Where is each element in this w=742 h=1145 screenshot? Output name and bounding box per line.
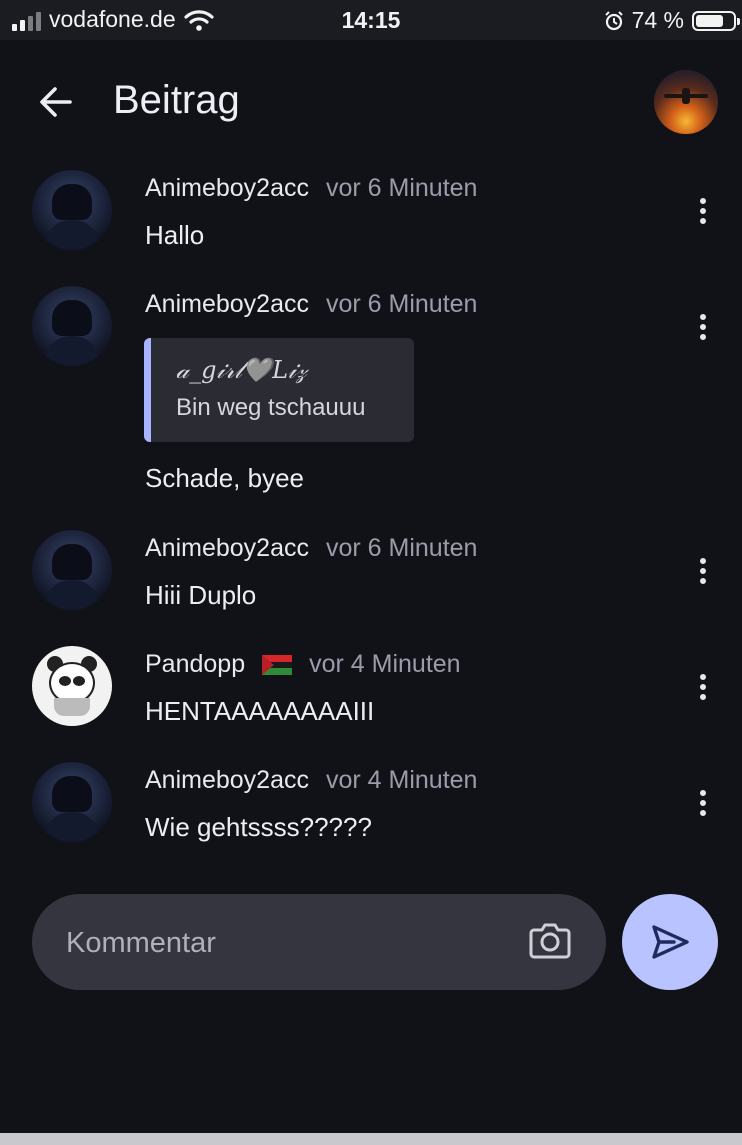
app-header: Beitrag [0,40,742,160]
more-options-icon[interactable] [698,558,708,588]
status-right: 74 % [604,7,740,34]
comment-text: Hallo [145,220,205,250]
quote-text: Bin weg tschauuu [176,394,366,421]
comment-text: Hiii Duplo [145,580,257,610]
comment-meta: Pandopp vor 4 Minuten [145,650,461,679]
page-title: Beitrag [113,78,240,122]
comment-text: HENTAAAAAAAAIII [145,696,375,726]
avatar[interactable] [32,170,112,250]
comment-text: Schade, byee [145,463,305,493]
comment-meta: Animeboy2acc vor 6 Minuten [145,174,477,203]
comment-author[interactable]: Animeboy2acc [145,290,309,319]
comment-input[interactable] [64,918,538,968]
send-button[interactable] [622,894,718,990]
bottom-edge [0,1133,742,1145]
comment-input-container [32,894,606,990]
comment-time: vor 4 Minuten [309,650,461,678]
more-options-icon[interactable] [698,198,708,228]
avatar[interactable] [32,762,112,842]
quote-author: 𝒶_𝑔𝒾𝓇𝓁🩶𝐿𝒾𝓏 [176,356,307,384]
avatar[interactable] [32,646,112,726]
comment-time: vor 6 Minuten [325,534,478,562]
comment-meta: Animeboy2acc vor 4 Minuten [145,766,477,795]
comment-author[interactable]: Animeboy2acc [145,534,309,563]
comment-meta: Animeboy2acc vor 6 Minuten [145,534,477,563]
alarm-icon [604,10,623,30]
avatar[interactable] [32,286,112,366]
more-options-icon[interactable] [698,674,708,704]
comment-author[interactable]: Pandopp [145,650,245,679]
send-icon [652,925,689,959]
quote-bar [144,338,151,442]
camera-icon[interactable] [528,920,572,960]
comment-time: vor 6 Minuten [325,174,478,202]
battery-percent: 74 % [631,7,684,33]
arrow-left-icon[interactable] [34,80,78,124]
status-bar: vodafone.de 14:15 74 % [0,0,742,40]
comment-author[interactable]: Animeboy2acc [145,174,309,203]
quoted-reply[interactable]: 𝒶_𝑔𝒾𝓇𝓁🩶𝐿𝒾𝓏 Bin weg tschauuu [144,338,414,442]
comment-text: Wie gehtssss????? [145,812,372,842]
comment-meta: Animeboy2acc vor 6 Minuten [145,290,477,319]
comment-time: vor 4 Minuten [325,766,478,794]
profile-avatar[interactable] [654,70,718,134]
flag-icon [262,654,293,675]
comment-author[interactable]: Animeboy2acc [145,766,309,795]
avatar[interactable] [32,530,112,610]
comment-time: vor 6 Minuten [325,290,478,318]
more-options-icon[interactable] [698,314,708,344]
battery-icon [692,10,740,31]
more-options-icon[interactable] [698,790,708,820]
